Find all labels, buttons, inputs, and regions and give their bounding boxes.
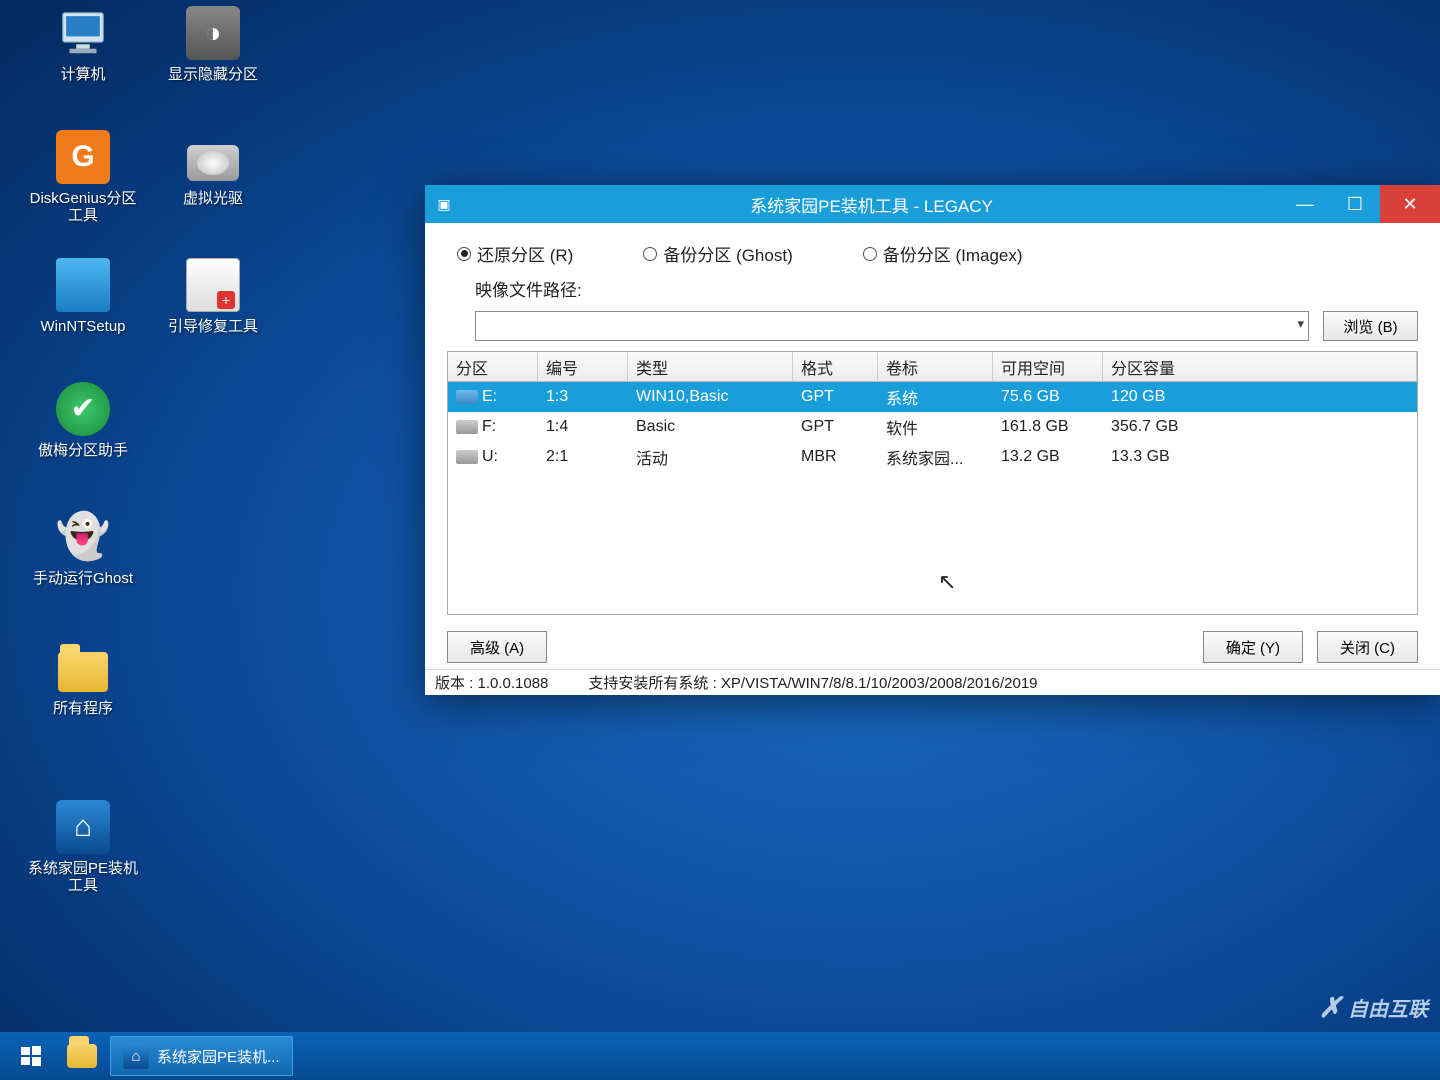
desktop-icon-diskgenius[interactable]: G DiskGenius分区工具 bbox=[28, 130, 138, 225]
optical-drive-icon bbox=[186, 130, 240, 184]
table-row[interactable]: E:1:3WIN10,BasicGPT系统75.6 GB120 GB bbox=[448, 382, 1417, 412]
image-path-row: ▾ 浏览 (B) bbox=[447, 311, 1418, 341]
start-button[interactable] bbox=[8, 1036, 54, 1076]
partition-table: 分区 编号 类型 格式 卷标 可用空间 分区容量 E:1:3WIN10,Basi… bbox=[447, 351, 1418, 615]
toolbox-icon bbox=[186, 258, 240, 312]
image-path-label: 映像文件路径: bbox=[447, 276, 1418, 301]
watermark-x-icon: ✗ bbox=[1319, 991, 1342, 1024]
col-label[interactable]: 卷标 bbox=[878, 352, 993, 381]
desktop-icon-showhidden[interactable]: ◑ 显示隐藏分区 bbox=[158, 6, 268, 83]
image-path-combo[interactable]: ▾ bbox=[475, 311, 1309, 341]
col-partition[interactable]: 分区 bbox=[448, 352, 538, 381]
diskgenius-icon: G bbox=[56, 130, 110, 184]
taskbar: ⌂ 系统家园PE装机... bbox=[0, 1032, 1440, 1080]
radio-dot-icon bbox=[863, 247, 877, 261]
button-row: 高级 (A) 确定 (Y) 关闭 (C) bbox=[447, 625, 1418, 665]
table-row[interactable]: F:1:4BasicGPT软件161.8 GB356.7 GB bbox=[448, 412, 1417, 442]
watermark-text: 自由互联 bbox=[1348, 993, 1428, 1022]
desktop-icon-petool[interactable]: ⌂ 系统家园PE装机 工具 bbox=[28, 800, 138, 895]
advanced-button[interactable]: 高级 (A) bbox=[447, 631, 547, 663]
aomei-icon: ✔ bbox=[56, 382, 110, 436]
winntsetup-icon bbox=[56, 258, 110, 312]
titlebar[interactable]: ▣ 系统家园PE装机工具 - LEGACY — ☐ ✕ bbox=[425, 185, 1440, 223]
taskbar-explorer-icon[interactable] bbox=[62, 1036, 102, 1076]
col-number[interactable]: 编号 bbox=[538, 352, 628, 381]
icon-label: DiskGenius分区工具 bbox=[28, 190, 138, 225]
close-button[interactable]: ✕ bbox=[1380, 185, 1440, 223]
taskbar-task-petool[interactable]: ⌂ 系统家园PE装机... bbox=[110, 1036, 293, 1076]
radio-dot-icon bbox=[643, 247, 657, 261]
window-title: 系统家园PE装机工具 - LEGACY bbox=[463, 192, 1280, 217]
ok-button[interactable]: 确定 (Y) bbox=[1203, 631, 1303, 663]
icon-label: 手动运行Ghost bbox=[28, 570, 138, 587]
task-label: 系统家园PE装机... bbox=[157, 1046, 280, 1067]
app-icon: ▣ bbox=[425, 196, 463, 213]
icon-label: WinNTSetup bbox=[28, 318, 138, 335]
windows-icon bbox=[19, 1044, 43, 1068]
icon-label: 显示隐藏分区 bbox=[158, 66, 268, 83]
task-app-icon: ⌂ bbox=[123, 1043, 149, 1069]
watermark: ✗ 自由互联 bbox=[1319, 991, 1428, 1024]
col-format[interactable]: 格式 bbox=[793, 352, 878, 381]
version-text: 版本 : 1.0.0.1088 bbox=[435, 672, 548, 693]
icon-label: 傲梅分区助手 bbox=[28, 442, 138, 459]
desktop-icon-bootrepair[interactable]: 引导修复工具 bbox=[158, 258, 268, 335]
pe-installer-window: ▣ 系统家园PE装机工具 - LEGACY — ☐ ✕ 还原分区 (R) 备份分… bbox=[425, 185, 1440, 695]
radio-label: 还原分区 (R) bbox=[477, 241, 573, 266]
support-text: 支持安装所有系统 : XP/VISTA/WIN7/8/8.1/10/2003/2… bbox=[588, 672, 1037, 693]
computer-icon bbox=[56, 6, 110, 60]
browse-button[interactable]: 浏览 (B) bbox=[1323, 311, 1418, 341]
table-row[interactable]: U:2:1活动MBR系统家园...13.2 GB13.3 GB bbox=[448, 442, 1417, 472]
icon-label: 所有程序 bbox=[28, 700, 138, 717]
mode-radios: 还原分区 (R) 备份分区 (Ghost) 备份分区 (Imagex) bbox=[447, 237, 1418, 266]
icon-label: 虚拟光驱 bbox=[158, 190, 268, 207]
col-type[interactable]: 类型 bbox=[628, 352, 793, 381]
status-bar: 版本 : 1.0.0.1088 支持安装所有系统 : XP/VISTA/WIN7… bbox=[425, 669, 1440, 695]
radio-restore[interactable]: 还原分区 (R) bbox=[457, 241, 573, 266]
drive-icon bbox=[456, 420, 478, 434]
desktop-icon-winntsetup[interactable]: WinNTSetup bbox=[28, 258, 138, 335]
icon-label: 计算机 bbox=[28, 66, 138, 83]
chevron-down-icon: ▾ bbox=[1297, 316, 1304, 332]
radio-dot-icon bbox=[457, 247, 471, 261]
drive-icon bbox=[456, 450, 478, 464]
folder-icon bbox=[56, 640, 110, 694]
window-client: 还原分区 (R) 备份分区 (Ghost) 备份分区 (Imagex) 映像文件… bbox=[425, 223, 1440, 669]
desktop-icon-vdrive[interactable]: 虚拟光驱 bbox=[158, 130, 268, 207]
petool-icon: ⌂ bbox=[56, 800, 110, 854]
col-capacity[interactable]: 分区容量 bbox=[1103, 352, 1417, 381]
partition-icon: ◑ bbox=[186, 6, 240, 60]
minimize-button[interactable]: — bbox=[1280, 185, 1330, 223]
desktop-icon-computer[interactable]: 计算机 bbox=[28, 6, 138, 83]
col-free[interactable]: 可用空间 bbox=[993, 352, 1103, 381]
radio-backup-imagex[interactable]: 备份分区 (Imagex) bbox=[863, 241, 1023, 266]
desktop-icon-ghost[interactable]: 👻 手动运行Ghost bbox=[28, 510, 138, 587]
ghost-icon: 👻 bbox=[56, 510, 110, 564]
desktop-icon-aomei[interactable]: ✔ 傲梅分区助手 bbox=[28, 382, 138, 459]
icon-label: 引导修复工具 bbox=[158, 318, 268, 335]
table-header: 分区 编号 类型 格式 卷标 可用空间 分区容量 bbox=[448, 352, 1417, 382]
radio-label: 备份分区 (Imagex) bbox=[883, 241, 1023, 266]
close-window-button[interactable]: 关闭 (C) bbox=[1317, 631, 1418, 663]
maximize-button[interactable]: ☐ bbox=[1330, 185, 1380, 223]
icon-label: 系统家园PE装机 工具 bbox=[28, 860, 138, 895]
radio-backup-ghost[interactable]: 备份分区 (Ghost) bbox=[643, 241, 792, 266]
radio-label: 备份分区 (Ghost) bbox=[663, 241, 792, 266]
drive-icon bbox=[456, 390, 478, 404]
desktop-icon-allprograms[interactable]: 所有程序 bbox=[28, 640, 138, 717]
